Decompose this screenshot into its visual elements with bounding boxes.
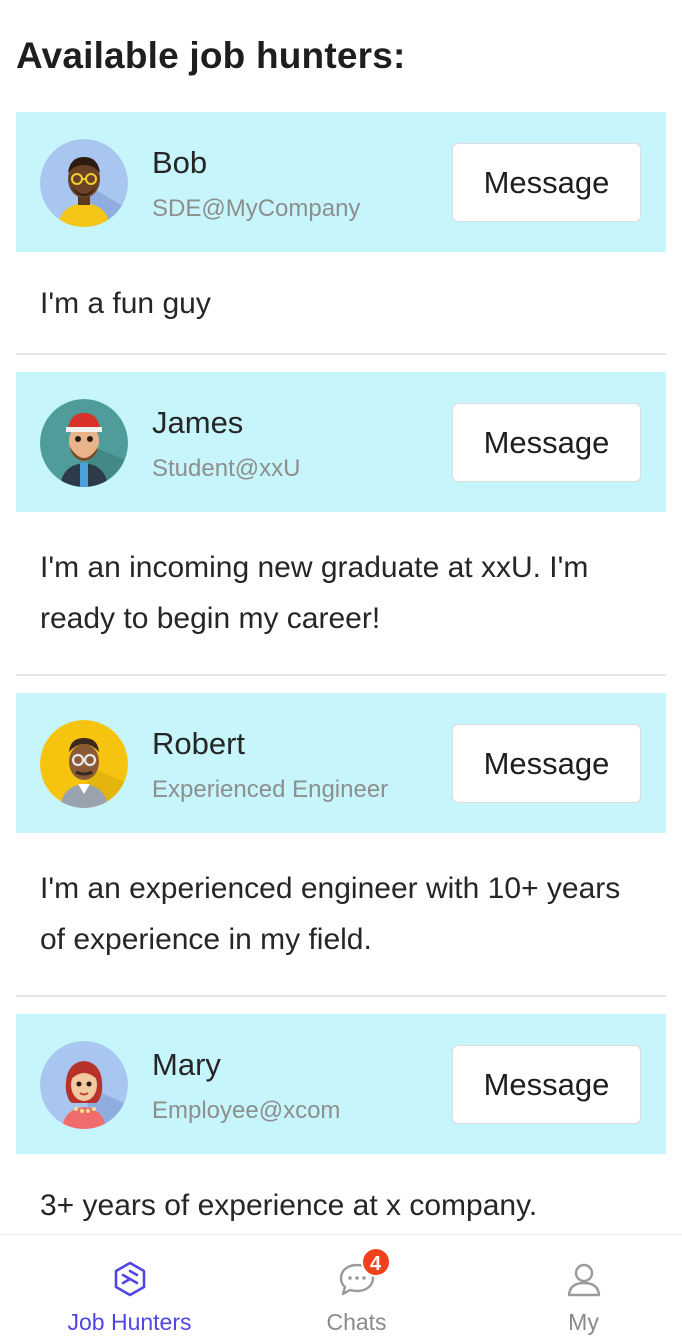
- hunter-bio: I'm an incoming new graduate at xxU. I'm…: [16, 512, 666, 676]
- hunter-name: Robert: [152, 726, 246, 761]
- avatar-james: [40, 399, 128, 487]
- hunter-bio: I'm a fun guy: [16, 252, 666, 355]
- job-hunters-page: Available job hunters: Bob SDE@MyCompany…: [0, 0, 682, 1342]
- hunter-subtitle: Experienced Engineer: [152, 776, 389, 803]
- avatar-robert: [40, 720, 128, 808]
- tab-label: Chats: [326, 1309, 387, 1335]
- hexagon-icon: [110, 1259, 150, 1299]
- hunter-name: James: [152, 405, 244, 440]
- unread-badge: 4: [360, 1247, 391, 1277]
- hunter-card-header: James Student@xxU Message: [16, 372, 666, 512]
- tab-job-hunters[interactable]: Job Hunters: [16, 1235, 243, 1342]
- hunter-card-mary: Mary Employee@xcom Message 3+ years of e…: [16, 1014, 666, 1257]
- chat-bubble-icon: 4: [337, 1247, 391, 1299]
- page-title: Available job hunters:: [16, 35, 406, 76]
- bottom-tab-bar: Job Hunters 4 Chats My: [0, 1234, 682, 1342]
- message-button[interactable]: Message: [452, 143, 641, 222]
- avatar-bob: [40, 139, 128, 227]
- hunter-card-james: James Student@xxU Message I'm an incomin…: [16, 372, 666, 676]
- tab-my[interactable]: My: [470, 1235, 682, 1342]
- tab-label: My: [568, 1309, 599, 1335]
- person-icon: [564, 1259, 604, 1299]
- hunter-subtitle: Employee@xcom: [152, 1097, 341, 1124]
- message-button[interactable]: Message: [452, 403, 641, 482]
- hunter-bio: I'm an experienced engineer with 10+ yea…: [16, 833, 666, 997]
- hunter-subtitle: SDE@MyCompany: [152, 195, 361, 222]
- tab-label: Job Hunters: [67, 1309, 192, 1335]
- hunter-name: Mary: [152, 1047, 221, 1082]
- hunter-card-header: Mary Employee@xcom Message: [16, 1014, 666, 1154]
- hunter-name: Bob: [152, 145, 208, 180]
- job-hunter-list: Bob SDE@MyCompany Message I'm a fun guy: [16, 112, 666, 1274]
- message-button[interactable]: Message: [452, 724, 641, 803]
- hunter-subtitle: Student@xxU: [152, 455, 301, 482]
- avatar-mary: [40, 1041, 128, 1129]
- tab-chats[interactable]: 4 Chats: [243, 1235, 470, 1342]
- hunter-card-robert: Robert Experienced Engineer Message I'm …: [16, 693, 666, 997]
- hunter-card-bob: Bob SDE@MyCompany Message I'm a fun guy: [16, 112, 666, 355]
- message-button[interactable]: Message: [452, 1045, 641, 1124]
- hunter-card-header: Robert Experienced Engineer Message: [16, 693, 666, 833]
- hunter-card-header: Bob SDE@MyCompany Message: [16, 112, 666, 252]
